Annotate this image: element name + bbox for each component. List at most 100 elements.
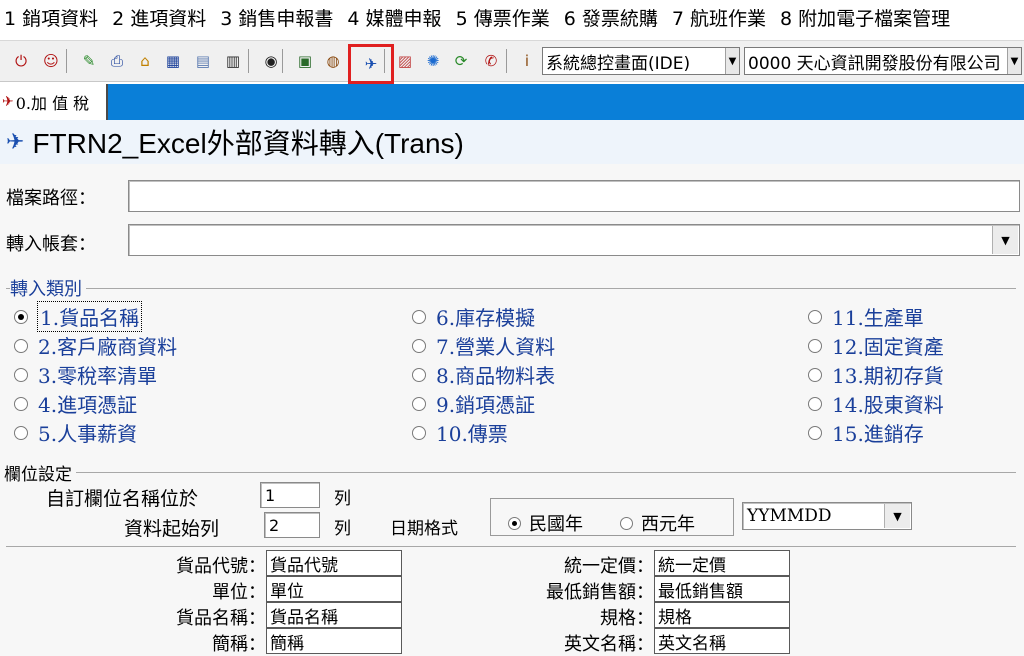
company-combo[interactable]: 0000 天心資訊開發股份有限公司 ▼ bbox=[744, 47, 1022, 75]
radio-dot bbox=[808, 396, 822, 411]
camera-icon[interactable]: ✆ bbox=[478, 48, 504, 74]
start-row-input[interactable]: 2 bbox=[264, 512, 320, 538]
menu-item[interactable]: 2 進項資料 bbox=[112, 4, 206, 31]
import-type-label: 10.傳票 bbox=[436, 422, 508, 446]
page-title: FTRN2_Excel外部資料轉入(Trans) bbox=[32, 128, 464, 159]
import-type-label: 7.營業人資料 bbox=[436, 335, 556, 359]
menu-item[interactable]: 5 傳票作業 bbox=[456, 4, 550, 31]
calculator-icon[interactable]: ▥ bbox=[220, 48, 246, 74]
tools-icon[interactable]: ✎ bbox=[76, 48, 102, 74]
mapping-input[interactable]: 貨品名稱 bbox=[266, 602, 402, 628]
start-row-unit: 列 bbox=[334, 519, 351, 539]
menu-item[interactable]: 3 銷售申報書 bbox=[220, 4, 333, 31]
tab-vat[interactable]: ✈ 0.加 值 稅 bbox=[0, 84, 108, 120]
chevron-down-icon[interactable]: ▼ bbox=[1007, 48, 1021, 74]
excel-import-icon[interactable]: ✈ bbox=[348, 44, 394, 84]
system-combo[interactable]: 系統總控畫面(IDE) ▼ bbox=[542, 47, 740, 75]
import-type-option[interactable]: 7.營業人資料 bbox=[412, 331, 555, 360]
mapping-input[interactable]: 簡稱 bbox=[266, 628, 402, 654]
menu-item[interactable]: 8 附加電子檔案管理 bbox=[780, 4, 950, 31]
globe-icon[interactable]: ◍ bbox=[320, 48, 346, 74]
radio-dot bbox=[14, 396, 28, 411]
menu-item[interactable]: 1 銷項資料 bbox=[4, 4, 98, 31]
import-type-option[interactable]: 3.零稅率清單 bbox=[14, 360, 157, 389]
menu-item[interactable]: 4 媒體申報 bbox=[347, 4, 441, 31]
mapping-input[interactable]: 貨品代號 bbox=[266, 550, 402, 576]
mapping-divider bbox=[6, 546, 1016, 547]
header-row-input[interactable]: 1 bbox=[260, 482, 320, 508]
mapping-input[interactable]: 英文名稱 bbox=[654, 628, 790, 654]
chevron-down-icon[interactable]: ▼ bbox=[725, 48, 739, 74]
field-settings-title: 欄位設定 bbox=[4, 460, 76, 485]
chevron-down-icon[interactable]: ▼ bbox=[884, 504, 910, 528]
import-type-label: 15.進銷存 bbox=[832, 422, 924, 446]
mapping-label: 最低銷售額： bbox=[546, 582, 654, 603]
toolbar-separator bbox=[506, 49, 507, 73]
import-type-option[interactable]: 5.人事薪資 bbox=[14, 418, 137, 447]
notes-icon[interactable]: ▤ bbox=[190, 48, 216, 74]
import-type-label: 14.股東資料 bbox=[832, 393, 944, 417]
radio-dot bbox=[14, 425, 28, 440]
import-type-label: 2.客戶廠商資料 bbox=[38, 335, 178, 359]
date-pattern-select[interactable]: YYMMDD ▼ bbox=[742, 502, 912, 530]
import-type-option[interactable]: 15.進銷存 bbox=[808, 418, 924, 447]
radio-dot bbox=[508, 516, 521, 530]
import-type-option[interactable]: 4.進項憑証 bbox=[14, 389, 137, 418]
date-format-label: 日期格式 bbox=[390, 519, 458, 539]
import-type-option[interactable]: 9.銷項憑証 bbox=[412, 389, 535, 418]
header-row-label: 自訂欄位名稱位於 bbox=[46, 488, 199, 510]
grid-icon[interactable]: ▦ bbox=[160, 48, 186, 74]
mapping-input[interactable]: 規格 bbox=[654, 602, 790, 628]
radio-dot bbox=[14, 367, 28, 382]
import-type-option[interactable]: 13.期初存貨 bbox=[808, 360, 944, 389]
path-input[interactable] bbox=[128, 180, 1020, 212]
import-type-option[interactable]: 6.庫存模擬 bbox=[412, 302, 535, 331]
mapping-value: 簡稱 bbox=[270, 633, 304, 654]
import-type-option[interactable]: 10.傳票 bbox=[412, 418, 508, 447]
import-type-option[interactable]: 11.生產單 bbox=[808, 302, 924, 331]
tab-strip: ✈ 0.加 值 稅 bbox=[0, 84, 1024, 120]
monitor-icon[interactable]: ▣ bbox=[292, 48, 318, 74]
account-select[interactable]: ▼ bbox=[128, 224, 1020, 256]
mapping-input[interactable]: 統一定價 bbox=[654, 550, 790, 576]
form-area: 檔案路徑： 轉入帳套： ▼ 轉入類別 1.貨品名稱 2.客戶廠商資料 3.零稅率清單… bbox=[0, 164, 1024, 656]
mapping-label: 貨品代號： bbox=[176, 556, 266, 577]
date-option-label: 西元年 bbox=[641, 514, 695, 535]
import-type-option[interactable]: 8.商品物料表 bbox=[412, 360, 555, 389]
import-type-option[interactable]: 1.貨品名稱 bbox=[14, 301, 143, 332]
date-option-ad[interactable]: 西元年 bbox=[620, 510, 695, 536]
users-icon[interactable]: ☺ bbox=[38, 48, 64, 74]
mapping-value: 英文名稱 bbox=[658, 633, 726, 654]
radio-dot bbox=[14, 338, 28, 353]
exit-icon[interactable]: ⏻ bbox=[8, 48, 34, 74]
radio-dot bbox=[412, 338, 426, 353]
company-combo-value: 0000 天心資訊開發股份有限公司 bbox=[748, 53, 1001, 74]
import-type-option[interactable]: 2.客戶廠商資料 bbox=[14, 331, 177, 360]
home-icon[interactable]: ⌂ bbox=[132, 48, 158, 74]
import-type-option[interactable]: 12.固定資產 bbox=[808, 331, 944, 360]
start-row-label: 資料起始列 bbox=[124, 518, 220, 540]
calendar-icon[interactable]: ▨ bbox=[392, 48, 418, 74]
radio-dot bbox=[412, 309, 426, 324]
header-row-value: 1 bbox=[265, 485, 276, 505]
date-option-roc[interactable]: 民國年 bbox=[508, 510, 583, 536]
printer-icon[interactable]: ⎙ bbox=[104, 48, 130, 74]
radio-dot bbox=[412, 367, 426, 382]
menu-item[interactable]: 7 航班作業 bbox=[672, 4, 766, 31]
mapping-input[interactable]: 最低銷售額 bbox=[654, 576, 790, 602]
field-settings-divider bbox=[6, 472, 1016, 473]
mapping-value: 單位 bbox=[270, 581, 304, 602]
radio-dot bbox=[412, 396, 426, 411]
menu-item[interactable]: 6 發票統購 bbox=[564, 4, 658, 31]
mapping-input[interactable]: 單位 bbox=[266, 576, 402, 602]
info-icon[interactable]: i bbox=[514, 48, 540, 74]
eye-icon[interactable]: ◉ bbox=[258, 48, 284, 74]
refresh-icon[interactable]: ⟳ bbox=[448, 48, 474, 74]
import-type-option[interactable]: 14.股東資料 bbox=[808, 389, 944, 418]
mapping-value: 規格 bbox=[658, 607, 692, 628]
mapping-label: 貨品名稱： bbox=[176, 608, 266, 629]
settings-icon[interactable]: ✺ bbox=[420, 48, 446, 74]
date-pattern-value: YYMMDD bbox=[747, 506, 832, 526]
chevron-down-icon[interactable]: ▼ bbox=[992, 226, 1018, 254]
mapping-value: 最低銷售額 bbox=[658, 581, 743, 602]
